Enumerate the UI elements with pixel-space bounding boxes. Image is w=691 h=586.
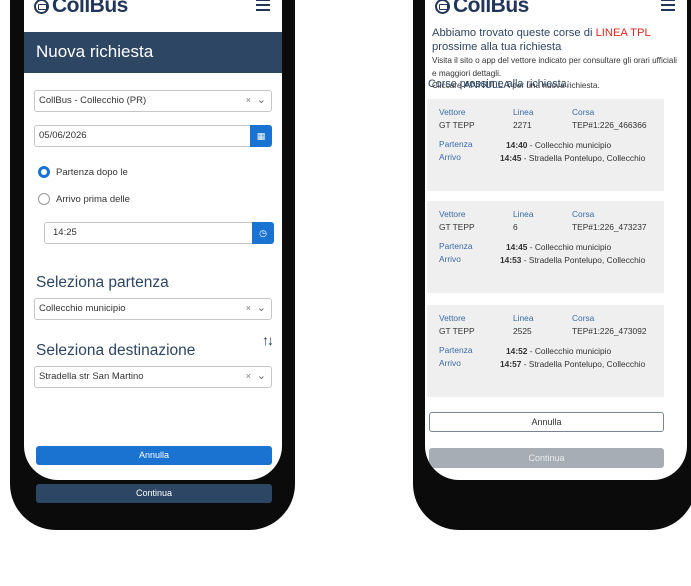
radio-arrival[interactable]: Arrivo prima delle (38, 193, 130, 205)
clear-icon[interactable]: × (246, 95, 251, 105)
destination-select[interactable]: Stradella str San Martino × ⌄ (34, 366, 272, 388)
left-phone-frame: CollBus Nuova richiesta CollBus - Collec… (10, 0, 295, 530)
clear-icon[interactable]: × (246, 371, 251, 381)
chevron-down-icon[interactable]: ⌄ (257, 369, 266, 382)
corsa-label: Corsa (572, 209, 595, 219)
area-select-value: CollBus - Collecchio (PR) (39, 95, 147, 106)
swap-arrows-icon[interactable]: ↑↓ (262, 332, 274, 348)
departure-time: 14:45 (506, 242, 528, 252)
clock-icon[interactable]: ◷ (252, 222, 274, 244)
chevron-down-icon[interactable]: ⌄ (257, 93, 266, 106)
bus-icon (435, 0, 450, 14)
departure-time: 14:40 (506, 140, 528, 150)
arrival-time: 14:53 (500, 255, 522, 265)
arrival-stop: 14:53 - Stradella Pontelupo, Collecchio (500, 254, 660, 266)
results-title: Corse prossime alla richiesta: (428, 78, 570, 90)
cancel-button[interactable]: Annulla (429, 412, 664, 432)
vettore-value: GT TEPP (439, 326, 475, 336)
result-card[interactable]: Vettore Linea Corsa GT TEPP 2271 TEP#1:2… (427, 99, 664, 191)
notice-details-1: Visita il sito o app del vettore indicat… (432, 56, 677, 78)
arrivo-label: Arrivo (439, 358, 461, 368)
destination-section-title: Seleziona destinazione (36, 342, 196, 359)
corsa-value: TEP#1:226_473092 (572, 326, 647, 336)
linea-label: Linea (513, 313, 534, 323)
calendar-icon[interactable]: ▦ (250, 125, 272, 147)
departure-select[interactable]: Collecchio municipio × ⌄ (34, 298, 272, 320)
vettore-label: Vettore (439, 107, 466, 117)
departure-select-value: Collecchio municipio (39, 303, 126, 314)
radio-arrival-label: Arrivo prima delle (56, 193, 130, 205)
departure-stop-name: - Collecchio municipio (527, 140, 612, 150)
app-header: CollBus (24, 0, 282, 26)
arrivo-label: Arrivo (439, 152, 461, 162)
result-card[interactable]: Vettore Linea Corsa GT TEPP 2525 TEP#1:2… (427, 305, 664, 397)
bus-icon (34, 0, 49, 14)
notice-text-1: Abbiamo trovato queste corse di (432, 27, 596, 39)
arrival-stop-name: - Stradella Pontelupo, Collecchio (521, 359, 646, 369)
departure-stop: 14:40 - Collecchio municipio (506, 139, 666, 151)
result-card[interactable]: Vettore Linea Corsa GT TEPP 6 TEP#1:226_… (427, 201, 664, 293)
page-title: Nuova richiesta (36, 42, 154, 61)
right-phone-frame: CollBus Abbiamo trovato queste corse di … (413, 0, 691, 530)
request-screen: CollBus Nuova richiesta CollBus - Collec… (24, 0, 282, 480)
arrival-stop-name: - Stradella Pontelupo, Collecchio (521, 255, 646, 265)
partenza-label: Partenza (439, 139, 473, 149)
departure-stop-name: - Collecchio municipio (527, 346, 612, 356)
area-select[interactable]: CollBus - Collecchio (PR) × ⌄ (34, 90, 272, 112)
continue-button-disabled[interactable]: Continua (429, 448, 664, 468)
corsa-label: Corsa (572, 313, 595, 323)
linea-label: Linea (513, 209, 534, 219)
notice-text-2: prossime alla tua richiesta (432, 41, 562, 53)
partenza-label: Partenza (439, 345, 473, 355)
linea-value: 2271 (513, 120, 532, 130)
arrival-stop-name: - Stradella Pontelupo, Collecchio (521, 153, 646, 163)
corsa-value: TEP#1:226_466366 (572, 120, 647, 130)
departure-section-title: Seleziona partenza (36, 274, 169, 291)
destination-select-value: Stradella str San Martino (39, 371, 144, 382)
arrival-time: 14:45 (500, 153, 522, 163)
arrival-stop: 14:45 - Stradella Pontelupo, Collecchio (500, 152, 660, 164)
linea-label: Linea (513, 107, 534, 117)
notice-line-tpl: LINEA TPL (595, 27, 651, 39)
clear-icon[interactable]: × (246, 303, 251, 313)
hamburger-menu-icon[interactable] (661, 0, 675, 14)
continue-button[interactable]: Continua (36, 484, 272, 503)
linea-value: 6 (513, 222, 518, 232)
departure-stop-name: - Collecchio municipio (527, 242, 612, 252)
corsa-value: TEP#1:226_473237 (572, 222, 647, 232)
vettore-label: Vettore (439, 313, 466, 323)
cancel-button[interactable]: Annulla (36, 446, 272, 465)
radio-departure-indicator[interactable] (38, 166, 50, 178)
vettore-value: GT TEPP (439, 222, 475, 232)
hamburger-menu-icon[interactable] (256, 0, 270, 14)
logo-text: CollBus (52, 0, 128, 17)
radio-departure-label: Partenza dopo le (56, 166, 128, 178)
linea-value: 2525 (513, 326, 532, 336)
app-logo[interactable]: CollBus (34, 0, 128, 18)
arrival-time: 14:57 (500, 359, 522, 369)
page-title-bar: Nuova richiesta (24, 32, 282, 73)
radio-arrival-indicator[interactable] (38, 193, 50, 205)
results-screen: CollBus Abbiamo trovato queste corse di … (425, 0, 687, 480)
time-field[interactable]: 14:25 ◷ (44, 222, 274, 244)
date-field[interactable]: 05/06/2026 ▦ (34, 125, 272, 147)
departure-time: 14:52 (506, 346, 528, 356)
date-value: 05/06/2026 (39, 130, 87, 141)
chevron-down-icon[interactable]: ⌄ (257, 301, 266, 314)
radio-departure[interactable]: Partenza dopo le (38, 166, 128, 178)
notice-heading: Abbiamo trovato queste corse di LINEA TP… (432, 26, 677, 54)
vettore-value: GT TEPP (439, 120, 475, 130)
partenza-label: Partenza (439, 241, 473, 251)
departure-stop: 14:52 - Collecchio municipio (506, 345, 666, 357)
app-logo[interactable]: CollBus (435, 0, 529, 18)
corsa-label: Corsa (572, 107, 595, 117)
vettore-label: Vettore (439, 209, 466, 219)
app-header: CollBus (425, 0, 687, 26)
arrivo-label: Arrivo (439, 254, 461, 264)
logo-text: CollBus (453, 0, 529, 17)
departure-stop: 14:45 - Collecchio municipio (506, 241, 666, 253)
time-value: 14:25 (53, 227, 77, 238)
arrival-stop: 14:57 - Stradella Pontelupo, Collecchio (500, 358, 660, 370)
